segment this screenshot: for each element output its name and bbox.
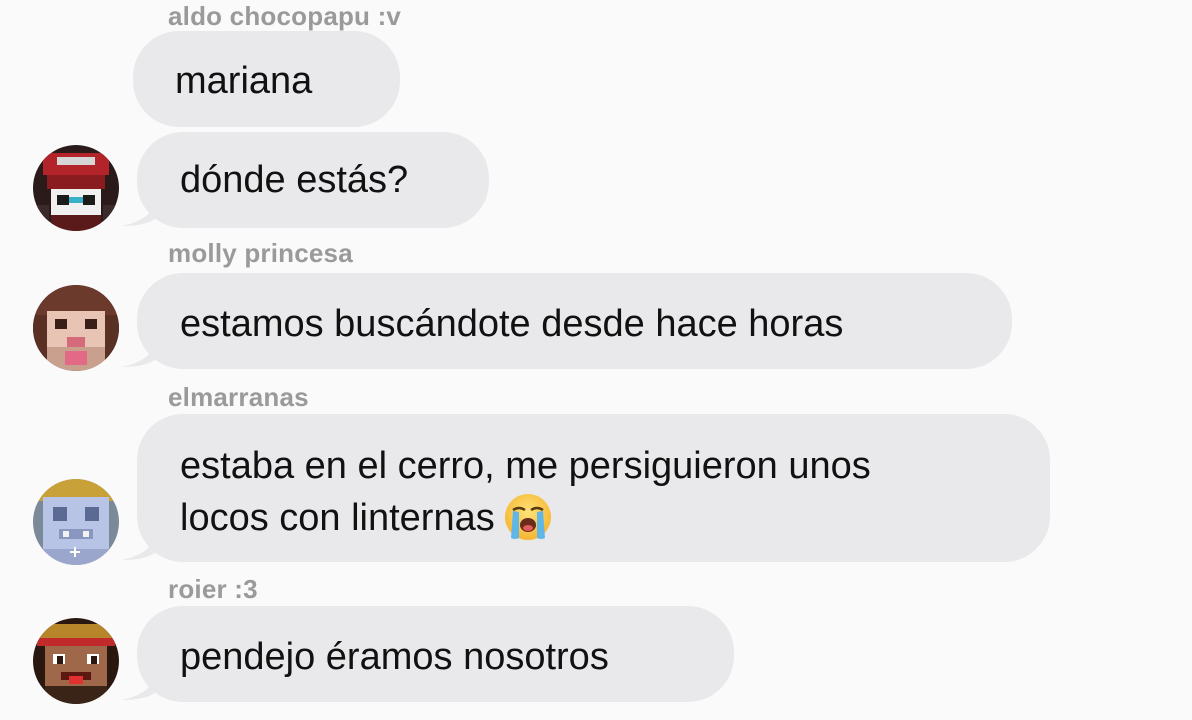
message-text: dónde estás?: [180, 159, 409, 201]
sender-name: molly princesa: [168, 238, 353, 268]
message-text-line: locos con linternas: [180, 497, 495, 539]
bubble-tail: [122, 522, 160, 560]
loudly-crying-face-icon: [504, 493, 551, 540]
bubble-tail: [122, 188, 160, 226]
sender-name: aldo chocopapu :v: [168, 1, 402, 31]
message-bubble[interactable]: mariana: [133, 31, 400, 127]
avatar-image-elmarranas: [33, 479, 119, 565]
avatar-image-roier: [33, 618, 119, 704]
message-text: pendejo éramos nosotros: [180, 636, 609, 678]
message-bubble[interactable]: estaba en el cerro, me persiguieron unos…: [137, 414, 1050, 562]
avatar-image-molly: [33, 285, 119, 371]
message-text-line-with-emoji: locos con linternas: [180, 492, 1050, 544]
message-bubble[interactable]: pendejo éramos nosotros: [137, 606, 734, 702]
sender-name: roier :3: [168, 574, 258, 604]
message-text: estamos buscándote desde hace horas: [180, 303, 844, 345]
message-text-line: estaba en el cerro, me persiguieron unos: [180, 445, 871, 487]
bubble-tail: [122, 329, 160, 367]
message-bubble[interactable]: dónde estás?: [137, 132, 489, 228]
avatar-image-aldo: [33, 145, 119, 231]
avatar[interactable]: [33, 145, 119, 231]
message-bubble[interactable]: estamos buscándote desde hace horas: [137, 273, 1012, 369]
message-text: mariana: [175, 60, 313, 102]
sender-name: elmarranas: [168, 382, 309, 412]
bubble-tail: [122, 662, 160, 700]
avatar[interactable]: [33, 285, 119, 371]
avatar[interactable]: [33, 479, 119, 565]
avatar[interactable]: [33, 618, 119, 704]
chat-thread: aldo chocopapu :v mariana dónde estás? m…: [0, 0, 1192, 720]
